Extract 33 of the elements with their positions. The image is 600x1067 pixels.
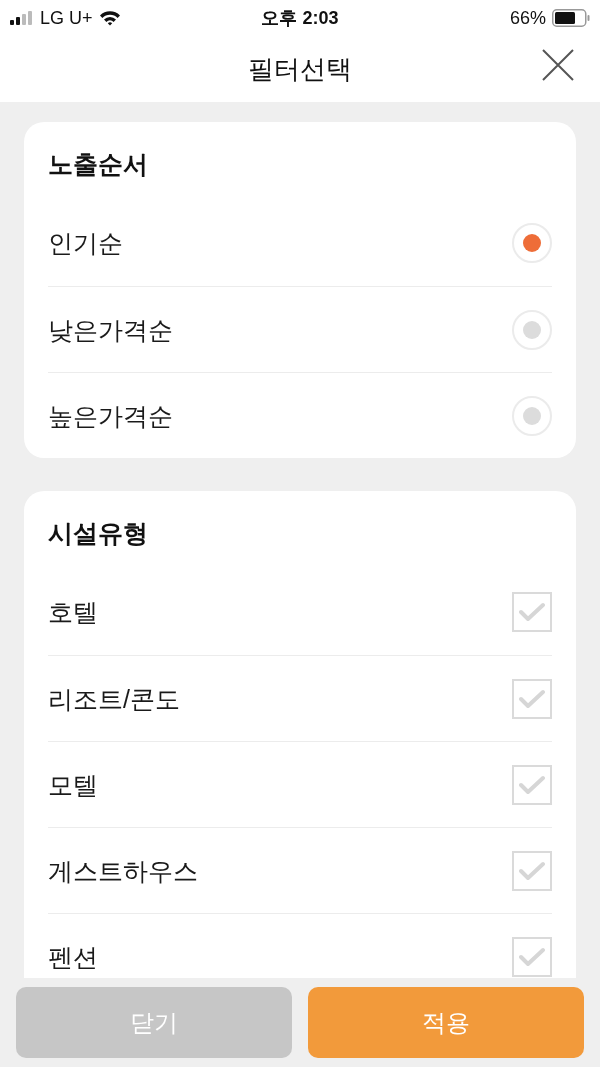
option-label: 높은가격순 — [48, 400, 173, 432]
option-label: 리조트/콘도 — [48, 683, 180, 715]
check-icon — [519, 688, 545, 709]
option-label: 펜션 — [48, 941, 98, 973]
radio-button[interactable] — [512, 223, 552, 263]
page-title: 필터선택 — [248, 52, 352, 86]
checkbox[interactable] — [512, 936, 552, 977]
check-icon — [519, 774, 545, 795]
option-label: 모텔 — [48, 769, 98, 801]
clock-time: 오후 2:03 — [261, 6, 339, 30]
checkbox[interactable] — [512, 678, 552, 719]
battery-icon — [552, 9, 590, 27]
apply-button[interactable]: 적용 — [308, 987, 584, 1058]
option-label: 호텔 — [48, 597, 98, 628]
close-button[interactable]: 닫기 — [16, 987, 292, 1058]
checkbox[interactable] — [512, 764, 552, 805]
radio-button[interactable] — [512, 395, 552, 436]
signal-icon — [10, 11, 34, 25]
carrier-name: LG U+ — [40, 6, 93, 30]
check-icon — [519, 602, 545, 622]
battery-percent: 66% — [509, 6, 546, 30]
radio-button[interactable] — [512, 309, 552, 350]
check-icon — [519, 860, 545, 881]
check-icon — [519, 946, 545, 967]
wifi-icon — [98, 10, 121, 26]
close-icon[interactable] — [542, 49, 574, 81]
option-label: 낮은가격순 — [48, 314, 173, 346]
checkbox[interactable] — [512, 850, 552, 891]
option-label: 게스트하우스 — [48, 855, 198, 887]
section-title: 노출순서 — [48, 149, 148, 180]
section-title: 시설유형 — [48, 518, 148, 549]
option-label: 인기순 — [48, 228, 123, 259]
checkbox[interactable] — [512, 592, 552, 632]
